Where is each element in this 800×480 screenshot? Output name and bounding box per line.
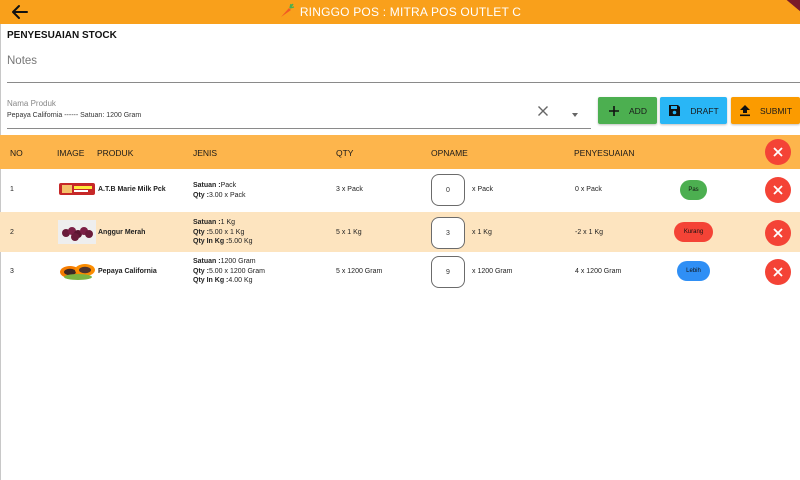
draft-button[interactable]: DRAFT [660,97,727,124]
penyesuaian-value: 4 x 1200 Gram [575,268,622,275]
delete-row-button[interactable] [765,220,791,246]
product-image [58,259,96,283]
opname-unit: x 1200 Gram [472,268,513,275]
table-header: NO IMAGE PRODUK JENIS QTY OPNAME PENYESU… [0,135,800,169]
app-title-text: RINGGO POS : MITRA POS OUTLET C [299,5,522,19]
table-row: 2 Anggur Merah Satuan :1 Kg Qty :5.00 x … [0,212,800,252]
clear-icon[interactable] [537,104,549,116]
delete-row-button[interactable] [765,259,791,285]
header-produk: PRODUK [97,148,134,158]
notes-label: Notes [7,55,38,67]
status-badge[interactable]: Lebih [677,261,710,281]
delete-row-button[interactable] [765,177,791,203]
product-name: Pepaya California [98,268,157,275]
header-image: IMAGE [57,148,85,158]
product-name: Anggur Merah [98,229,146,236]
product-jenis: Satuan :1200 Gram Qty :5.00 x 1200 Gram … [193,258,265,284]
penyesuaian-value: -2 x 1 Kg [575,229,604,236]
header-jenis: JENIS [193,148,218,158]
submit-button-label: SUBMIT [759,105,793,116]
header-penyesuaian: PENYESUAIAN [574,148,635,158]
product-image [58,177,96,201]
product-select-label: Nama Produk [7,99,56,108]
plus-icon [608,105,620,117]
status-badge[interactable]: Kurang [674,222,713,242]
opname-unit: x 1 Kg [472,229,492,236]
page-title: PENYESUAIAN STOCK [7,30,117,41]
opname-unit: x Pack [472,186,494,193]
header-qty: QTY [336,148,354,158]
row-no: 3 [10,268,14,275]
add-button[interactable]: ADD [598,97,657,124]
row-no: 2 [10,229,14,236]
draft-button-label: DRAFT [690,105,719,116]
qty-value: 5 x 1 Kg [336,229,362,236]
opname-input[interactable]: 3 [431,217,465,249]
app-title: RINGGO POS : MITRA POS OUTLET C [0,0,800,24]
product-image [58,220,96,244]
opname-input[interactable]: 0 [431,174,465,206]
row-no: 1 [10,186,14,193]
add-button-label: ADD [629,105,647,116]
carrot-logo-icon [279,3,295,22]
upload-icon [739,104,751,117]
penyesuaian-value: 0 x Pack [575,186,602,193]
header-opname: OPNAME [431,148,468,158]
opname-input[interactable]: 9 [431,256,465,288]
notes-field[interactable]: Notes [7,46,800,83]
submit-button[interactable]: SUBMIT [731,97,800,124]
dropdown-arrow-icon[interactable] [570,106,580,117]
status-badge[interactable]: Pas [680,180,707,200]
product-select-value: Pepaya California ------ Satuan: 1200 Gr… [7,112,142,119]
save-icon [668,104,681,117]
clear-all-button[interactable] [765,139,791,165]
product-jenis: Satuan :Pack Qty :3.00 x Pack [193,182,246,199]
qty-value: 3 x Pack [336,186,363,193]
product-jenis: Satuan :1 Kg Qty :5.00 x 1 Kg Qty In Kg … [193,219,253,245]
table-row: 1 A.T.B Marie Milk Pck Satuan :Pack Qty … [0,169,800,209]
product-name: A.T.B Marie Milk Pck [98,186,166,193]
app-bar: RINGGO POS : MITRA POS OUTLET C [0,0,800,24]
product-select[interactable]: Nama Produk Pepaya California ------ Sat… [7,96,591,129]
qty-value: 5 x 1200 Gram [336,268,383,275]
header-no: NO [10,148,23,158]
table-row: 3 Pepaya California Satuan :1200 Gram Qt… [0,251,800,291]
